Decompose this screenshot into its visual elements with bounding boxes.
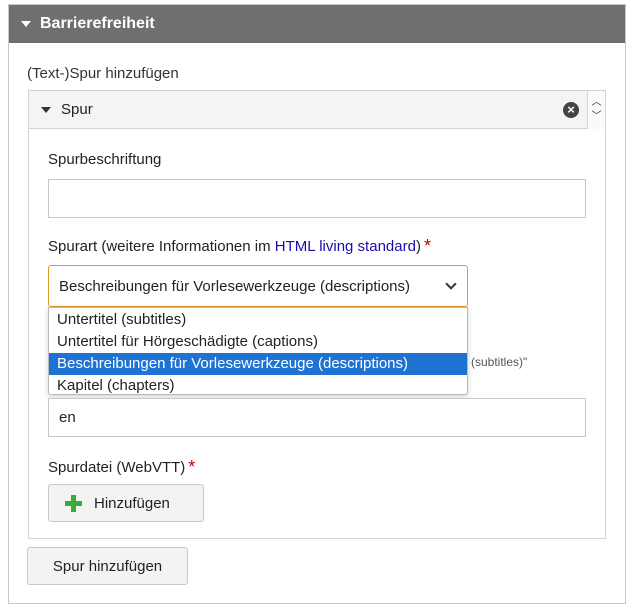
close-icon[interactable]: × — [563, 102, 579, 118]
panel-title: Barrierefreiheit — [40, 15, 155, 32]
track-kind-label: Spurart (weitere Informationen im HTML l… — [48, 236, 431, 257]
section-label: (Text-)Spur hinzufügen — [27, 65, 179, 82]
track-label-field-label: Spurbeschriftung — [48, 151, 162, 168]
plus-icon — [65, 494, 82, 512]
caret-down-icon — [21, 21, 31, 27]
option-subtitles[interactable]: Untertitel (subtitles) — [49, 309, 467, 331]
track-header-label: Spur — [61, 101, 93, 118]
reorder-control[interactable]: ︿ ﹀ — [587, 91, 605, 129]
html-standard-link[interactable]: HTML living standard — [275, 238, 416, 255]
track-kind-select[interactable]: Beschreibungen für Vorlesewerkzeuge (des… — [48, 265, 468, 307]
chevron-down-icon — [445, 278, 457, 290]
language-input[interactable]: en — [48, 398, 586, 437]
track-kind-dropdown: Untertitel (subtitles) Untertitel für Hö… — [48, 307, 468, 395]
accessibility-panel: Barrierefreiheit (Text-)Spur hinzufügen … — [8, 4, 626, 604]
track-kind-label-suffix: ) — [415, 238, 421, 255]
chevron-down-icon[interactable]: ﹀ — [592, 110, 602, 124]
required-mark: * — [188, 457, 196, 477]
track-file-label: Spurdatei (WebVTT) * — [48, 457, 195, 478]
chevron-up-icon[interactable]: ︿ — [592, 96, 602, 110]
track-header[interactable]: Spur × ︿ ﹀ — [29, 91, 605, 129]
track-kind-label-prefix: Spurart (weitere Informationen im — [48, 238, 275, 255]
add-track-button-label: Spur hinzufügen — [52, 557, 163, 575]
option-captions[interactable]: Untertitel für Hörgeschädigte (captions) — [49, 331, 467, 353]
panel-header[interactable]: Barrierefreiheit — [9, 5, 625, 43]
required-mark: * — [423, 236, 431, 256]
caret-down-icon — [41, 106, 51, 113]
option-descriptions[interactable]: Beschreibungen für Vorlesewerkzeuge (des… — [49, 353, 467, 375]
track-file-label-text: Spurdatei (WebVTT) — [48, 459, 186, 476]
option-chapters[interactable]: Kapitel (chapters) — [49, 375, 467, 397]
track-fieldset: Spur × ︿ ﹀ Spurbeschriftung Spurart (wei… — [28, 90, 606, 539]
track-label-input[interactable] — [48, 179, 586, 218]
add-file-button[interactable]: Hinzufügen — [48, 484, 204, 522]
add-track-button[interactable]: Spur hinzufügen — [27, 547, 188, 585]
track-kind-selected-value: Beschreibungen für Vorlesewerkzeuge (des… — [59, 277, 411, 295]
add-file-button-label: Hinzufügen — [94, 494, 170, 512]
